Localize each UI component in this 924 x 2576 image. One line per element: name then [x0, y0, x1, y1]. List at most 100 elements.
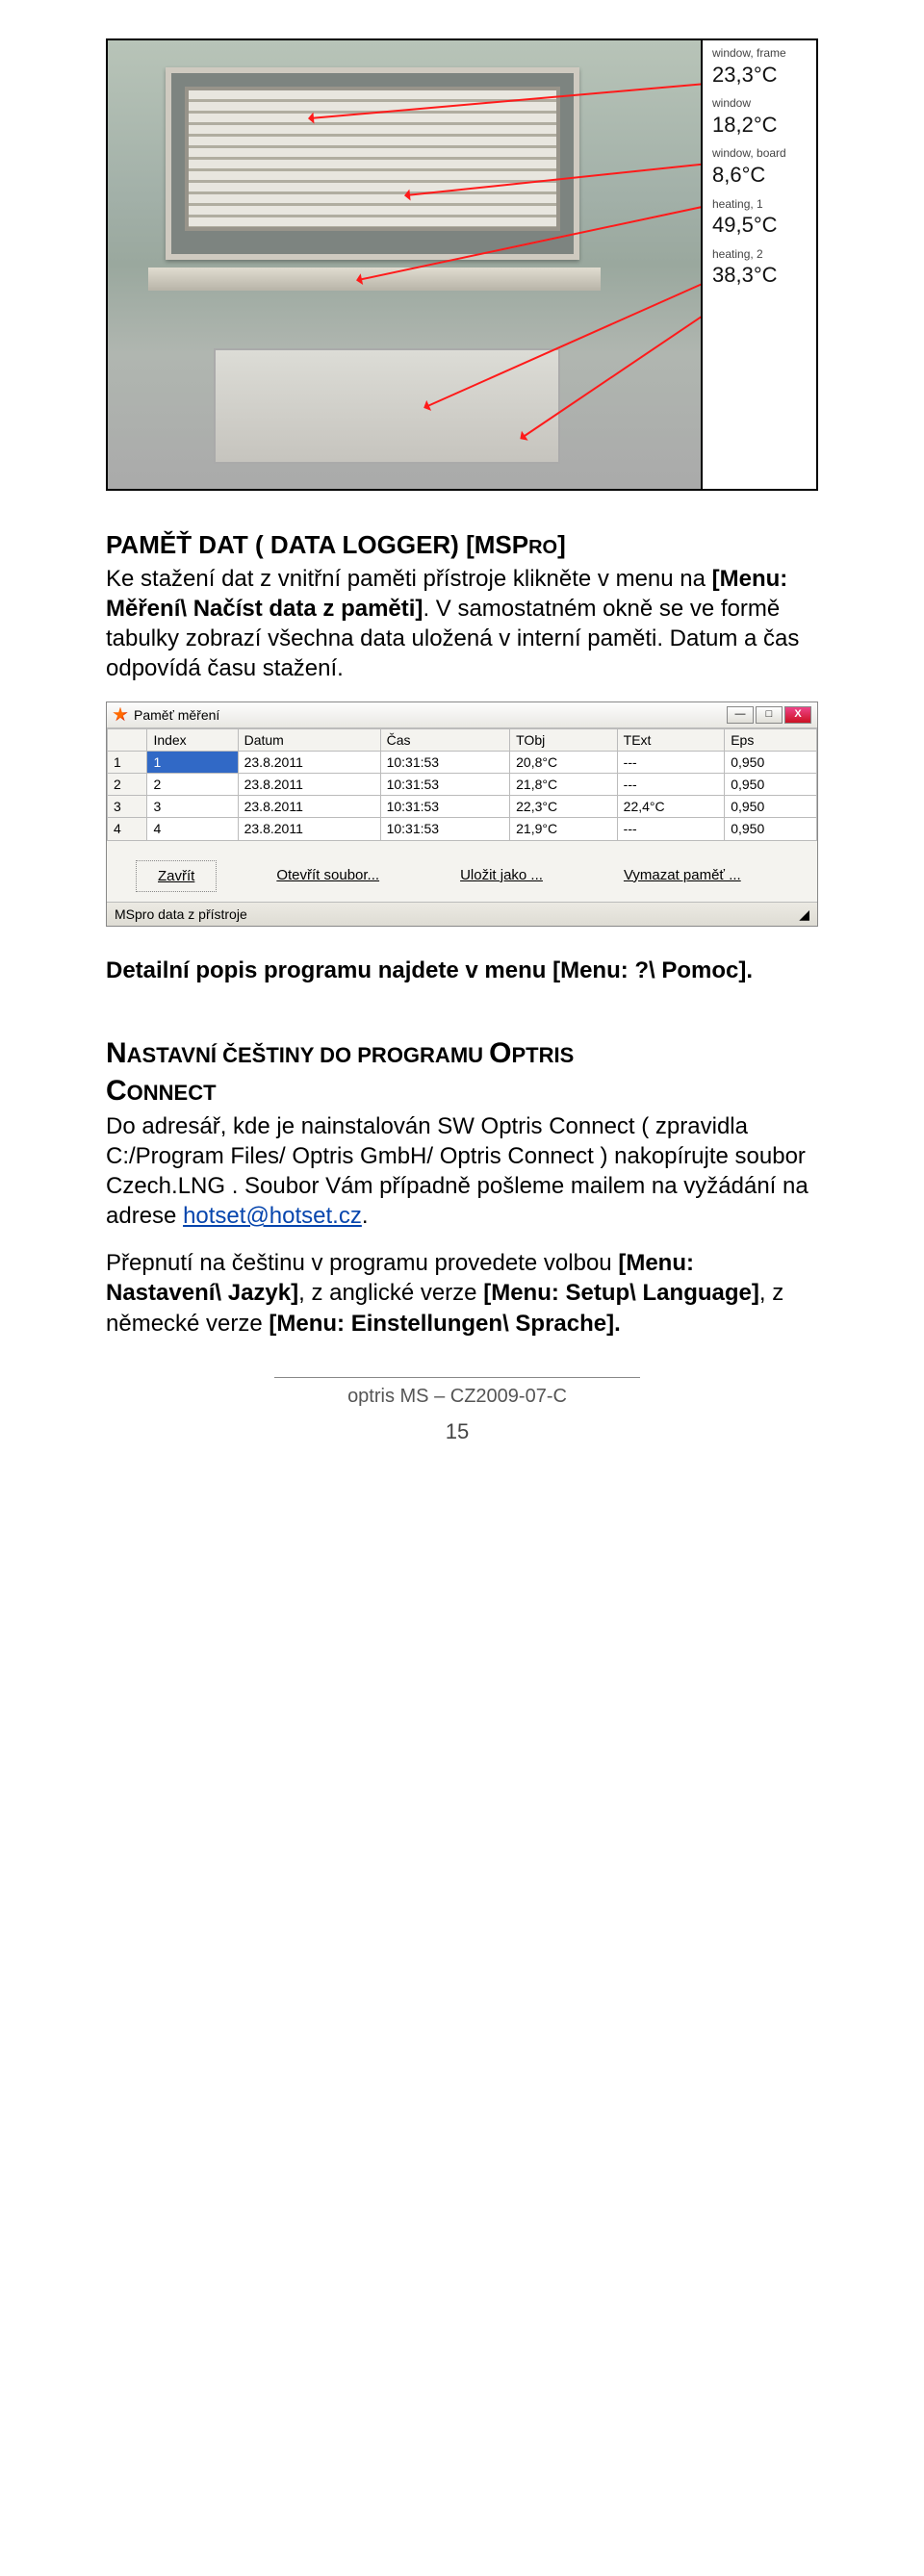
temp-reading: heating, 1 49,5°C	[712, 197, 807, 240]
cell[interactable]: ---	[617, 774, 725, 796]
footer: optris MS – CZ2009-07-C	[106, 1377, 808, 1409]
cell[interactable]: 20,8°C	[510, 751, 618, 773]
col-header: Datum	[238, 728, 380, 751]
table-row[interactable]: 3 3 23.8.2011 10:31:53 22,3°C 22,4°C 0,9…	[108, 796, 817, 818]
data-table: Index Datum Čas TObj TExt Eps 1 1 23.8.2…	[107, 728, 817, 841]
cell[interactable]: 1	[147, 751, 238, 773]
status-text: MSpro data z přístroje	[115, 905, 247, 923]
heading-text: PAMĚŤ DAT ( DATA LOGGER) [MSP	[106, 530, 528, 559]
cell[interactable]: 23.8.2011	[238, 774, 380, 796]
memory-window: Paměť měření — □ X Index Datum Čas TObj …	[106, 701, 818, 928]
para-text: , z anglické verze	[298, 1280, 483, 1306]
col-header: TExt	[617, 728, 725, 751]
body-paragraph: Přepnutí na češtinu v programu provedete…	[106, 1248, 808, 1339]
close-button[interactable]: X	[784, 706, 811, 724]
temp-label: window, board	[712, 146, 807, 162]
footer-rule	[274, 1377, 640, 1378]
window-title: Paměť měření	[134, 706, 219, 724]
h-rest: ASTAVNÍ ČEŠTINY DO PROGRAMU	[127, 1043, 489, 1067]
temp-label: window	[712, 96, 807, 112]
temp-value: 18,2°C	[712, 112, 807, 140]
cell[interactable]: 23.8.2011	[238, 751, 380, 773]
detail-text: Detailní popis programu najdete v menu	[106, 957, 552, 983]
para-text: Ke stažení dat z vnitřní paměti přístroj…	[106, 566, 712, 592]
col-header: TObj	[510, 728, 618, 751]
table-row[interactable]: 4 4 23.8.2011 10:31:53 21,9°C --- 0,950	[108, 818, 817, 840]
section-heading-czech: NASTAVNÍ ČEŠTINY DO PROGRAMU OPTRIS CONN…	[106, 1034, 808, 1109]
cell[interactable]: 10:31:53	[380, 774, 510, 796]
col-header: Index	[147, 728, 238, 751]
cell[interactable]: 22,3°C	[510, 796, 618, 818]
temp-value: 38,3°C	[712, 262, 807, 290]
cell[interactable]: 10:31:53	[380, 796, 510, 818]
blinds-shape	[185, 87, 560, 231]
menu-ref: [Menu: Setup\ Language]	[483, 1280, 759, 1306]
email-link[interactable]: hotset@hotset.cz	[183, 1203, 362, 1229]
body-paragraph: Ke stažení dat z vnitřní paměti přístroj…	[106, 564, 808, 684]
temp-label: window, frame	[712, 46, 807, 62]
thermal-photo-figure: window, frame 23,3°C window 18,2°C windo…	[106, 38, 818, 491]
temp-value: 8,6°C	[712, 162, 807, 190]
cell[interactable]: 21,8°C	[510, 774, 618, 796]
minimize-button[interactable]: —	[727, 706, 754, 724]
para-text: Přepnutí na češtinu v programu provedete…	[106, 1250, 618, 1276]
cell[interactable]: 0,950	[725, 818, 817, 840]
cell[interactable]: 23.8.2011	[238, 796, 380, 818]
cell[interactable]: 23.8.2011	[238, 818, 380, 840]
cell[interactable]: 0,950	[725, 751, 817, 773]
temp-label: heating, 1	[712, 197, 807, 213]
table-header-row: Index Datum Čas TObj TExt Eps	[108, 728, 817, 751]
window-sill-shape	[148, 268, 601, 291]
open-file-button[interactable]: Otevřít soubor...	[255, 860, 400, 893]
heading-end: ]	[557, 530, 566, 559]
temp-reading: window, board 8,6°C	[712, 146, 807, 189]
room-photo	[108, 40, 701, 489]
cell[interactable]: 0,950	[725, 774, 817, 796]
detail-line: Detailní popis programu najdete v menu […	[106, 956, 808, 985]
h-rest: PTRIS	[512, 1043, 575, 1067]
cell[interactable]: 0,950	[725, 796, 817, 818]
cell[interactable]: 2	[147, 774, 238, 796]
para-end: .	[362, 1203, 369, 1229]
h-cap: O	[489, 1037, 511, 1069]
heading-suffix: RO	[528, 537, 557, 558]
temp-reading: heating, 2 38,3°C	[712, 247, 807, 290]
window-shape	[166, 67, 579, 260]
col-header: Eps	[725, 728, 817, 751]
col-header: Čas	[380, 728, 510, 751]
temp-value: 23,3°C	[712, 62, 807, 89]
h-cap: N	[106, 1037, 127, 1069]
clear-memory-button[interactable]: Vymazat paměť ...	[603, 860, 762, 893]
h-rest: ONNECT	[127, 1081, 217, 1105]
radiator-shape	[214, 348, 560, 464]
app-icon	[113, 707, 128, 723]
section-heading-datalogger: PAMĚŤ DAT ( DATA LOGGER) [MSPRO]	[106, 529, 808, 562]
window-buttons: — □ X	[727, 706, 811, 724]
menu-ref: [Menu: Einstellungen\ Sprache].	[269, 1311, 620, 1337]
temp-value: 49,5°C	[712, 212, 807, 240]
cell[interactable]: 10:31:53	[380, 751, 510, 773]
save-as-button[interactable]: Uložit jako ...	[439, 860, 564, 893]
table-row[interactable]: 2 2 23.8.2011 10:31:53 21,8°C --- 0,950	[108, 774, 817, 796]
close-dialog-button[interactable]: Zavřít	[136, 860, 217, 893]
resize-grip-icon[interactable]: ◢	[799, 905, 809, 923]
row-label: 4	[108, 818, 147, 840]
temp-label: heating, 2	[712, 247, 807, 263]
status-bar: MSpro data z přístroje ◢	[107, 902, 817, 926]
cell[interactable]: ---	[617, 818, 725, 840]
row-label: 1	[108, 751, 147, 773]
cell[interactable]: 3	[147, 796, 238, 818]
table-row[interactable]: 1 1 23.8.2011 10:31:53 20,8°C --- 0,950	[108, 751, 817, 773]
cell[interactable]: 21,9°C	[510, 818, 618, 840]
row-index-header	[108, 728, 147, 751]
cell[interactable]: 10:31:53	[380, 818, 510, 840]
cell[interactable]: 22,4°C	[617, 796, 725, 818]
row-label: 2	[108, 774, 147, 796]
button-row: Zavřít Otevřít soubor... Uložit jako ...…	[107, 841, 817, 903]
window-titlebar: Paměť měření — □ X	[107, 702, 817, 728]
menu-ref: [Menu: ?\ Pomoc].	[552, 957, 753, 983]
maximize-button[interactable]: □	[756, 706, 783, 724]
cell[interactable]: 4	[147, 818, 238, 840]
cell[interactable]: ---	[617, 751, 725, 773]
body-paragraph: Do adresář, kde je nainstalován SW Optri…	[106, 1111, 808, 1232]
